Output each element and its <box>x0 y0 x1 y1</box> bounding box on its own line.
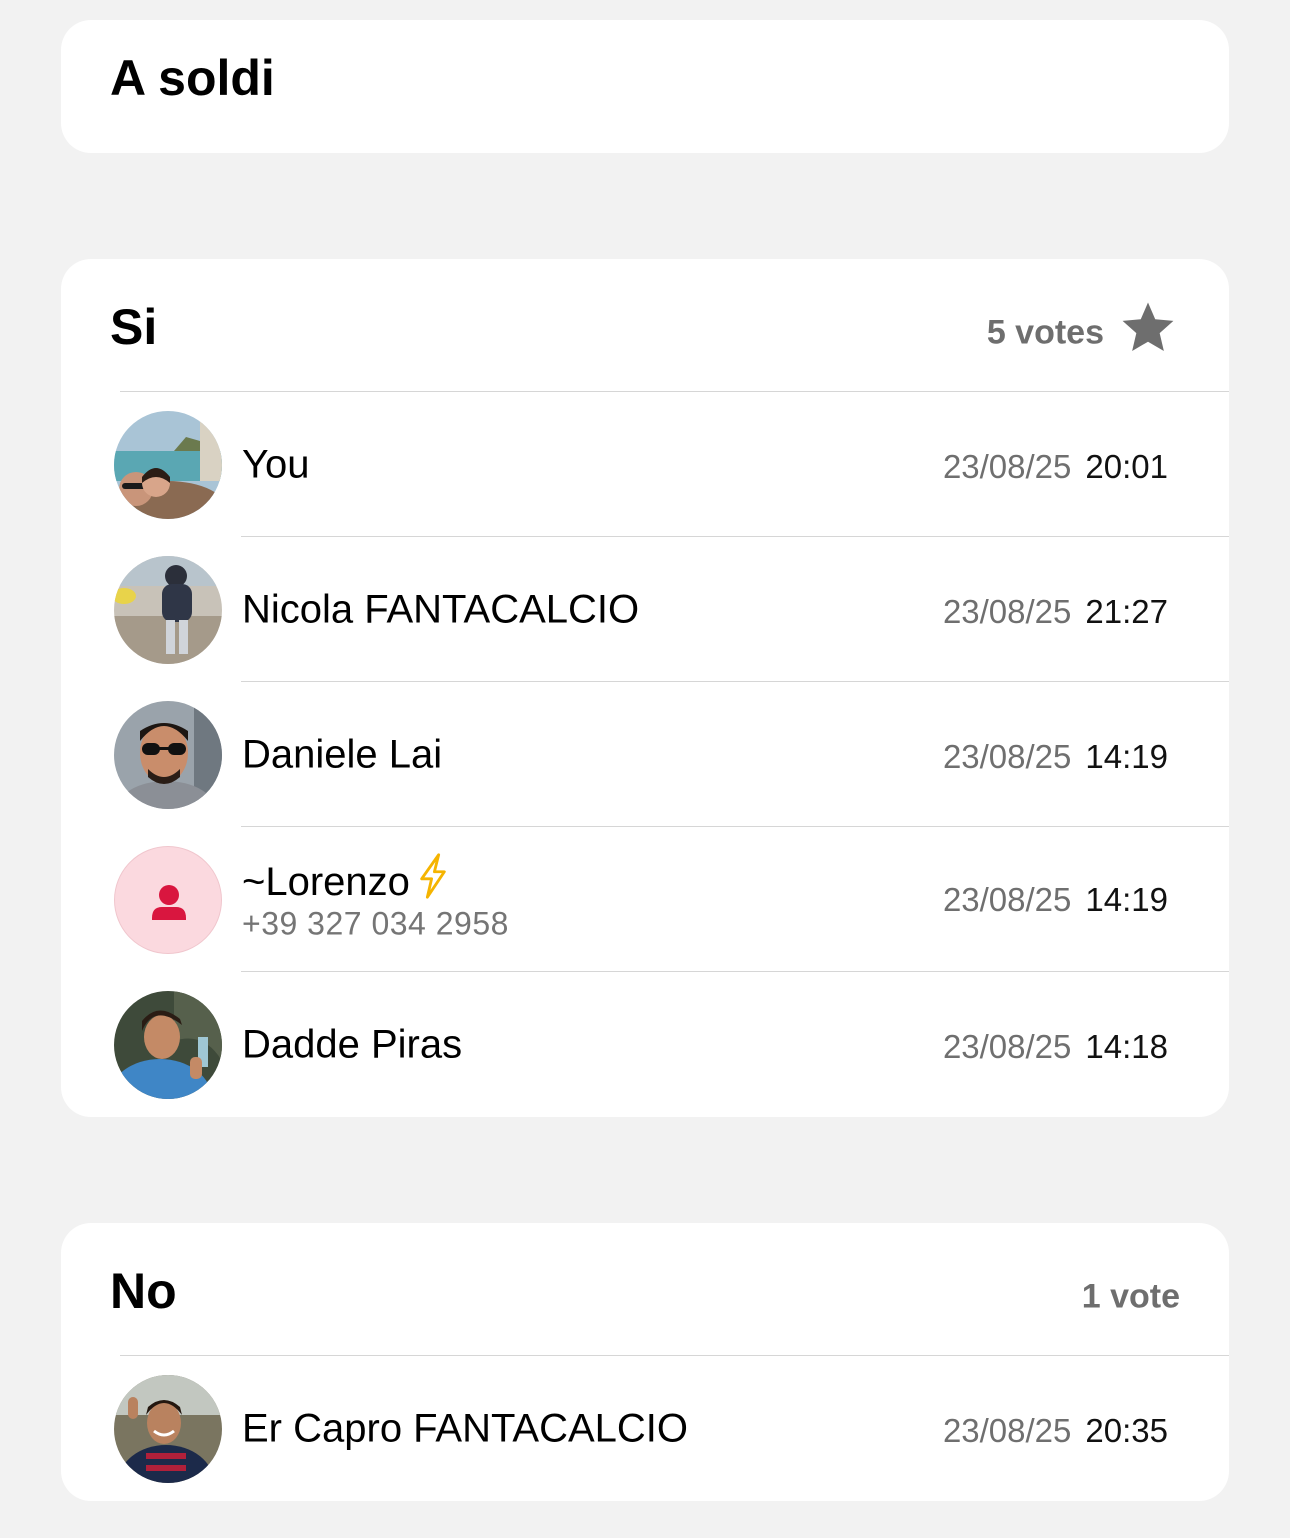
voter-row[interactable]: You 23/08/25 20:01 <box>61 392 1229 537</box>
vote-date: 23/08/25 <box>942 448 1072 485</box>
voter-name: ~Lorenzo <box>242 853 450 905</box>
option-header: Si 5 votes <box>61 259 1229 392</box>
vote-timestamp: 23/08/25 20:35 <box>943 1412 1168 1450</box>
voter-row[interactable]: ~Lorenzo +39 327 034 2958 23/08/25 14:19 <box>61 827 1229 972</box>
poll-question-card: A soldi <box>61 20 1229 153</box>
vote-date: 23/08/25 <box>942 1028 1072 1065</box>
lightning-bolt-icon <box>420 853 446 899</box>
voter-row[interactable]: Nicola FANTACALCIO 23/08/25 21:27 <box>61 537 1229 682</box>
voter-name-text: ~Lorenzo <box>242 860 410 904</box>
star-icon <box>1122 302 1174 352</box>
vote-timestamp: 23/08/25 20:01 <box>943 448 1168 486</box>
voter-name: Er Capro FANTACALCIO <box>242 1406 689 1451</box>
vote-time: 14:18 <box>1085 1028 1168 1065</box>
voter-name: Daniele Lai <box>242 732 443 777</box>
voter-phone: +39 327 034 2958 <box>242 905 509 942</box>
vote-timestamp: 23/08/25 21:27 <box>943 593 1168 631</box>
voter-row[interactable]: Dadde Piras 23/08/25 14:18 <box>61 972 1229 1117</box>
voter-name: You <box>242 442 310 487</box>
vote-date: 23/08/25 <box>942 593 1072 630</box>
option-vote-count: 1 vote <box>1081 1277 1180 1316</box>
avatar <box>114 556 222 664</box>
voter-name: Dadde Piras <box>242 1022 463 1067</box>
vote-time: 14:19 <box>1085 738 1168 775</box>
vote-time: 20:01 <box>1085 448 1168 485</box>
option-title: Si <box>110 299 158 355</box>
voter-row[interactable]: Daniele Lai 23/08/25 14:19 <box>61 682 1229 827</box>
vote-timestamp: 23/08/25 14:18 <box>943 1028 1168 1066</box>
vote-timestamp: 23/08/25 14:19 <box>943 738 1168 776</box>
vote-time: 21:27 <box>1085 593 1168 630</box>
vote-timestamp: 23/08/25 14:19 <box>943 881 1168 919</box>
poll-option-no: No 1 vote Er Capro FANTACALCIO 23/08/25 2… <box>61 1223 1229 1501</box>
vote-time: 14:19 <box>1085 881 1168 918</box>
vote-date: 23/08/25 <box>942 738 1072 775</box>
vote-time: 20:35 <box>1085 1412 1168 1449</box>
option-vote-count: 5 votes <box>986 313 1104 352</box>
avatar <box>114 991 222 1099</box>
option-header: No 1 vote <box>61 1223 1229 1356</box>
vote-date: 23/08/25 <box>942 1412 1072 1449</box>
avatar <box>114 701 222 809</box>
option-title: No <box>110 1263 177 1319</box>
poll-option-si: Si 5 votes You 23/08/25 20:01 Nicola FAN… <box>61 259 1229 1117</box>
avatar <box>114 1375 222 1483</box>
poll-question: A soldi <box>110 50 275 106</box>
voter-row[interactable]: Er Capro FANTACALCIO 23/08/25 20:35 <box>61 1356 1229 1501</box>
vote-date: 23/08/25 <box>942 881 1072 918</box>
person-placeholder-icon <box>114 846 222 954</box>
avatar <box>114 411 222 519</box>
voter-name: Nicola FANTACALCIO <box>242 587 640 632</box>
